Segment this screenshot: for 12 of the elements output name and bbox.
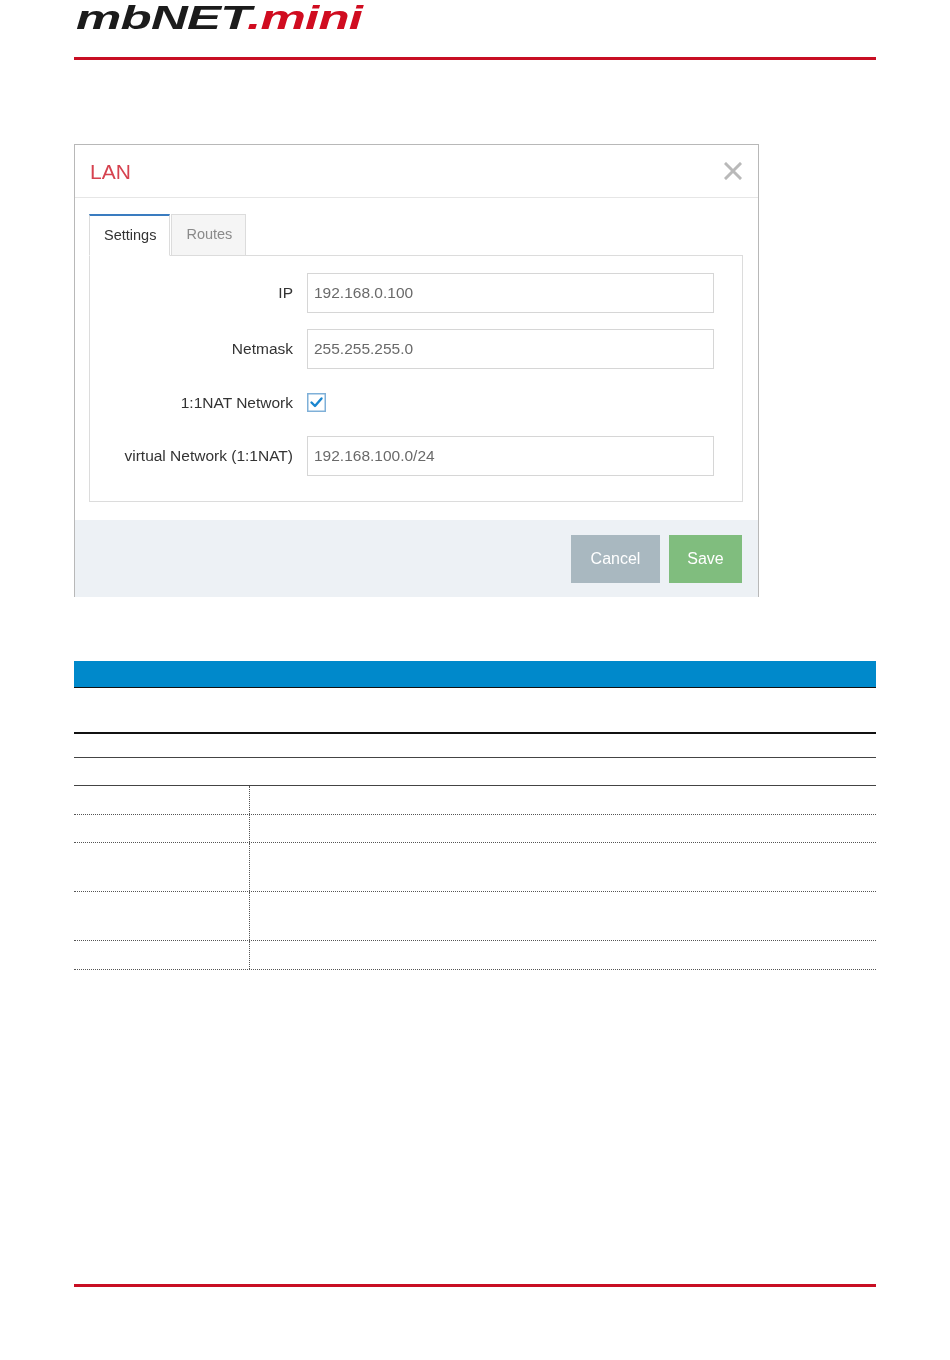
logo: mbNET.mini <box>76 0 363 34</box>
input-field[interactable]: 192.168.100.0/24 <box>307 436 714 476</box>
field-label: Netmask <box>230 339 294 360</box>
dialog-title: LAN <box>90 160 131 182</box>
checkbox[interactable] <box>307 393 326 412</box>
tab[interactable]: Routes <box>171 214 247 256</box>
field-label: virtual Network (1:1NAT) <box>123 446 294 467</box>
field-label: IP <box>277 283 294 304</box>
tab[interactable]: Settings <box>89 214 171 256</box>
input-field[interactable]: 255.255.255.0 <box>307 329 714 369</box>
input-field[interactable]: 192.168.0.100 <box>307 273 714 313</box>
field-label: 1:1NAT Network <box>179 392 294 413</box>
